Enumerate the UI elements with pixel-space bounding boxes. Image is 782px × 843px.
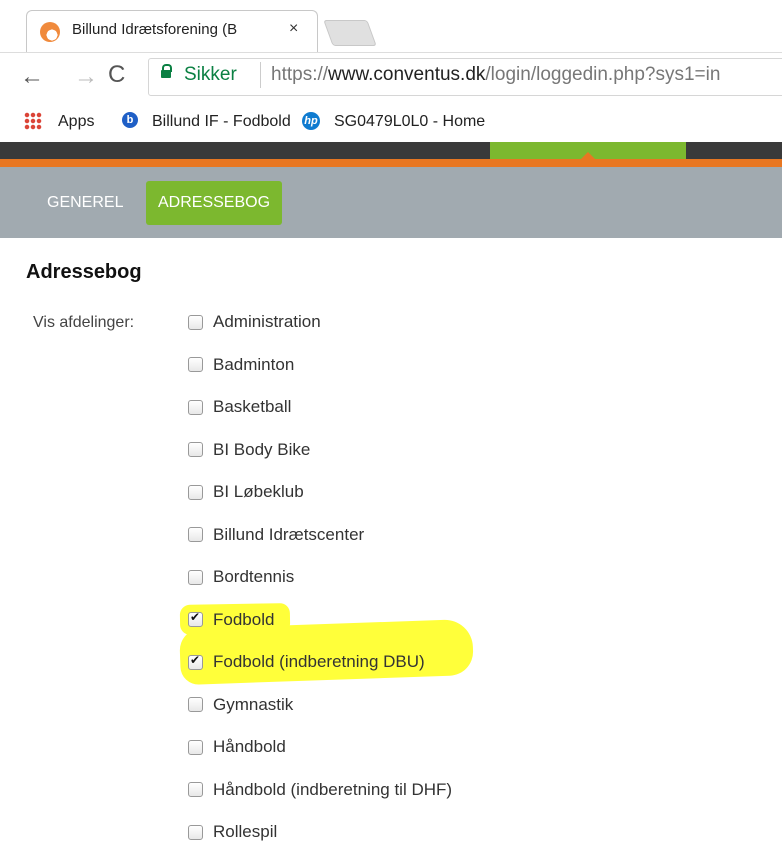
department-item[interactable]: BI Body Bike (188, 439, 310, 461)
department-checkbox[interactable] (188, 314, 203, 330)
page-title: Adressebog (26, 261, 142, 283)
secure-label: Sikker (184, 64, 237, 85)
back-arrow-icon[interactable]: ← (20, 63, 44, 91)
department-label: BI Løbeklub (213, 482, 304, 501)
department-checkbox[interactable] (188, 782, 203, 797)
department-label: Badminton (213, 354, 295, 374)
department-item[interactable]: Håndbold (188, 736, 286, 758)
department-item[interactable]: Rollespil (188, 821, 277, 843)
active-caret-icon (580, 152, 596, 160)
tab-adressebog[interactable]: ADRESSEBOG (146, 181, 283, 225)
bookmark-apps[interactable]: Apps (58, 113, 94, 131)
department-label: Rollespil (213, 822, 278, 841)
tab-title: Billund Idrætsforening (B (72, 21, 238, 38)
bookmark-hp-home[interactable]: SG0479L0L0 - Home (334, 113, 485, 131)
department-checkbox[interactable] (188, 442, 203, 457)
department-checkbox[interactable] (188, 653, 203, 670)
department-label: Håndbold (213, 737, 286, 756)
apps-grid-icon[interactable] (24, 112, 42, 130)
department-checkbox[interactable] (188, 357, 203, 372)
url-host: www.conventus.dk (328, 64, 486, 85)
department-label: Billund Idrætscenter (213, 524, 365, 544)
hp-logo-icon: hp (302, 112, 320, 130)
department-item[interactable]: Håndbold (indberetning til DHF) (188, 779, 452, 801)
department-checkbox[interactable] (188, 610, 203, 627)
tab-close-icon[interactable]: × (289, 20, 298, 38)
department-label: Håndbold (indberetning til DHF) (213, 779, 453, 799)
department-checkbox[interactable] (188, 697, 203, 712)
department-item[interactable]: Badminton (188, 354, 294, 376)
department-item[interactable]: Fodbold (188, 609, 274, 631)
site-favicon-icon (40, 22, 60, 42)
department-label: Administration (213, 312, 321, 331)
department-item[interactable]: BI Løbeklub (188, 481, 304, 503)
department-item[interactable]: Bordtennis (188, 566, 294, 588)
department-item[interactable]: Basketball (188, 396, 291, 418)
b-favicon-icon: b (122, 112, 138, 128)
url-separator (260, 62, 261, 88)
url-path: /login/loggedin.php?sys1=in (485, 64, 721, 85)
forward-arrow-icon[interactable]: → (74, 63, 98, 91)
department-checkbox[interactable] (188, 824, 203, 840)
department-item[interactable]: Administration (188, 311, 321, 333)
department-filter-label: Vis afdelinger: (33, 314, 135, 331)
new-tab-button[interactable] (323, 20, 377, 46)
site-accent-line (0, 159, 782, 167)
reload-icon[interactable]: C (108, 61, 125, 89)
department-checkbox[interactable] (188, 527, 203, 542)
department-label: Bordtennis (213, 567, 295, 586)
department-label: BI Body Bike (213, 439, 311, 459)
department-item[interactable]: Gymnastik (188, 694, 293, 716)
tab-generel[interactable]: GENEREL (35, 181, 135, 225)
lock-icon (161, 64, 172, 78)
department-checkbox[interactable] (188, 739, 203, 755)
department-item[interactable]: Billund Idrætscenter (188, 524, 364, 546)
bookmark-billund-if-fodbold[interactable]: Billund IF - Fodbold (152, 113, 291, 131)
department-label: Fodbold (213, 609, 275, 629)
department-checkbox[interactable] (188, 399, 203, 415)
url-text[interactable]: https://www.conventus.dk/login/loggedin.… (271, 64, 720, 86)
department-checkbox[interactable] (188, 484, 203, 500)
department-label: Gymnastik (213, 694, 294, 714)
department-checkbox[interactable] (188, 569, 203, 585)
department-item[interactable]: Fodbold (indberetning DBU) (188, 651, 425, 673)
department-label: Fodbold (indberetning DBU) (213, 652, 425, 671)
url-scheme: https:// (271, 64, 329, 85)
department-label: Basketball (213, 397, 292, 416)
